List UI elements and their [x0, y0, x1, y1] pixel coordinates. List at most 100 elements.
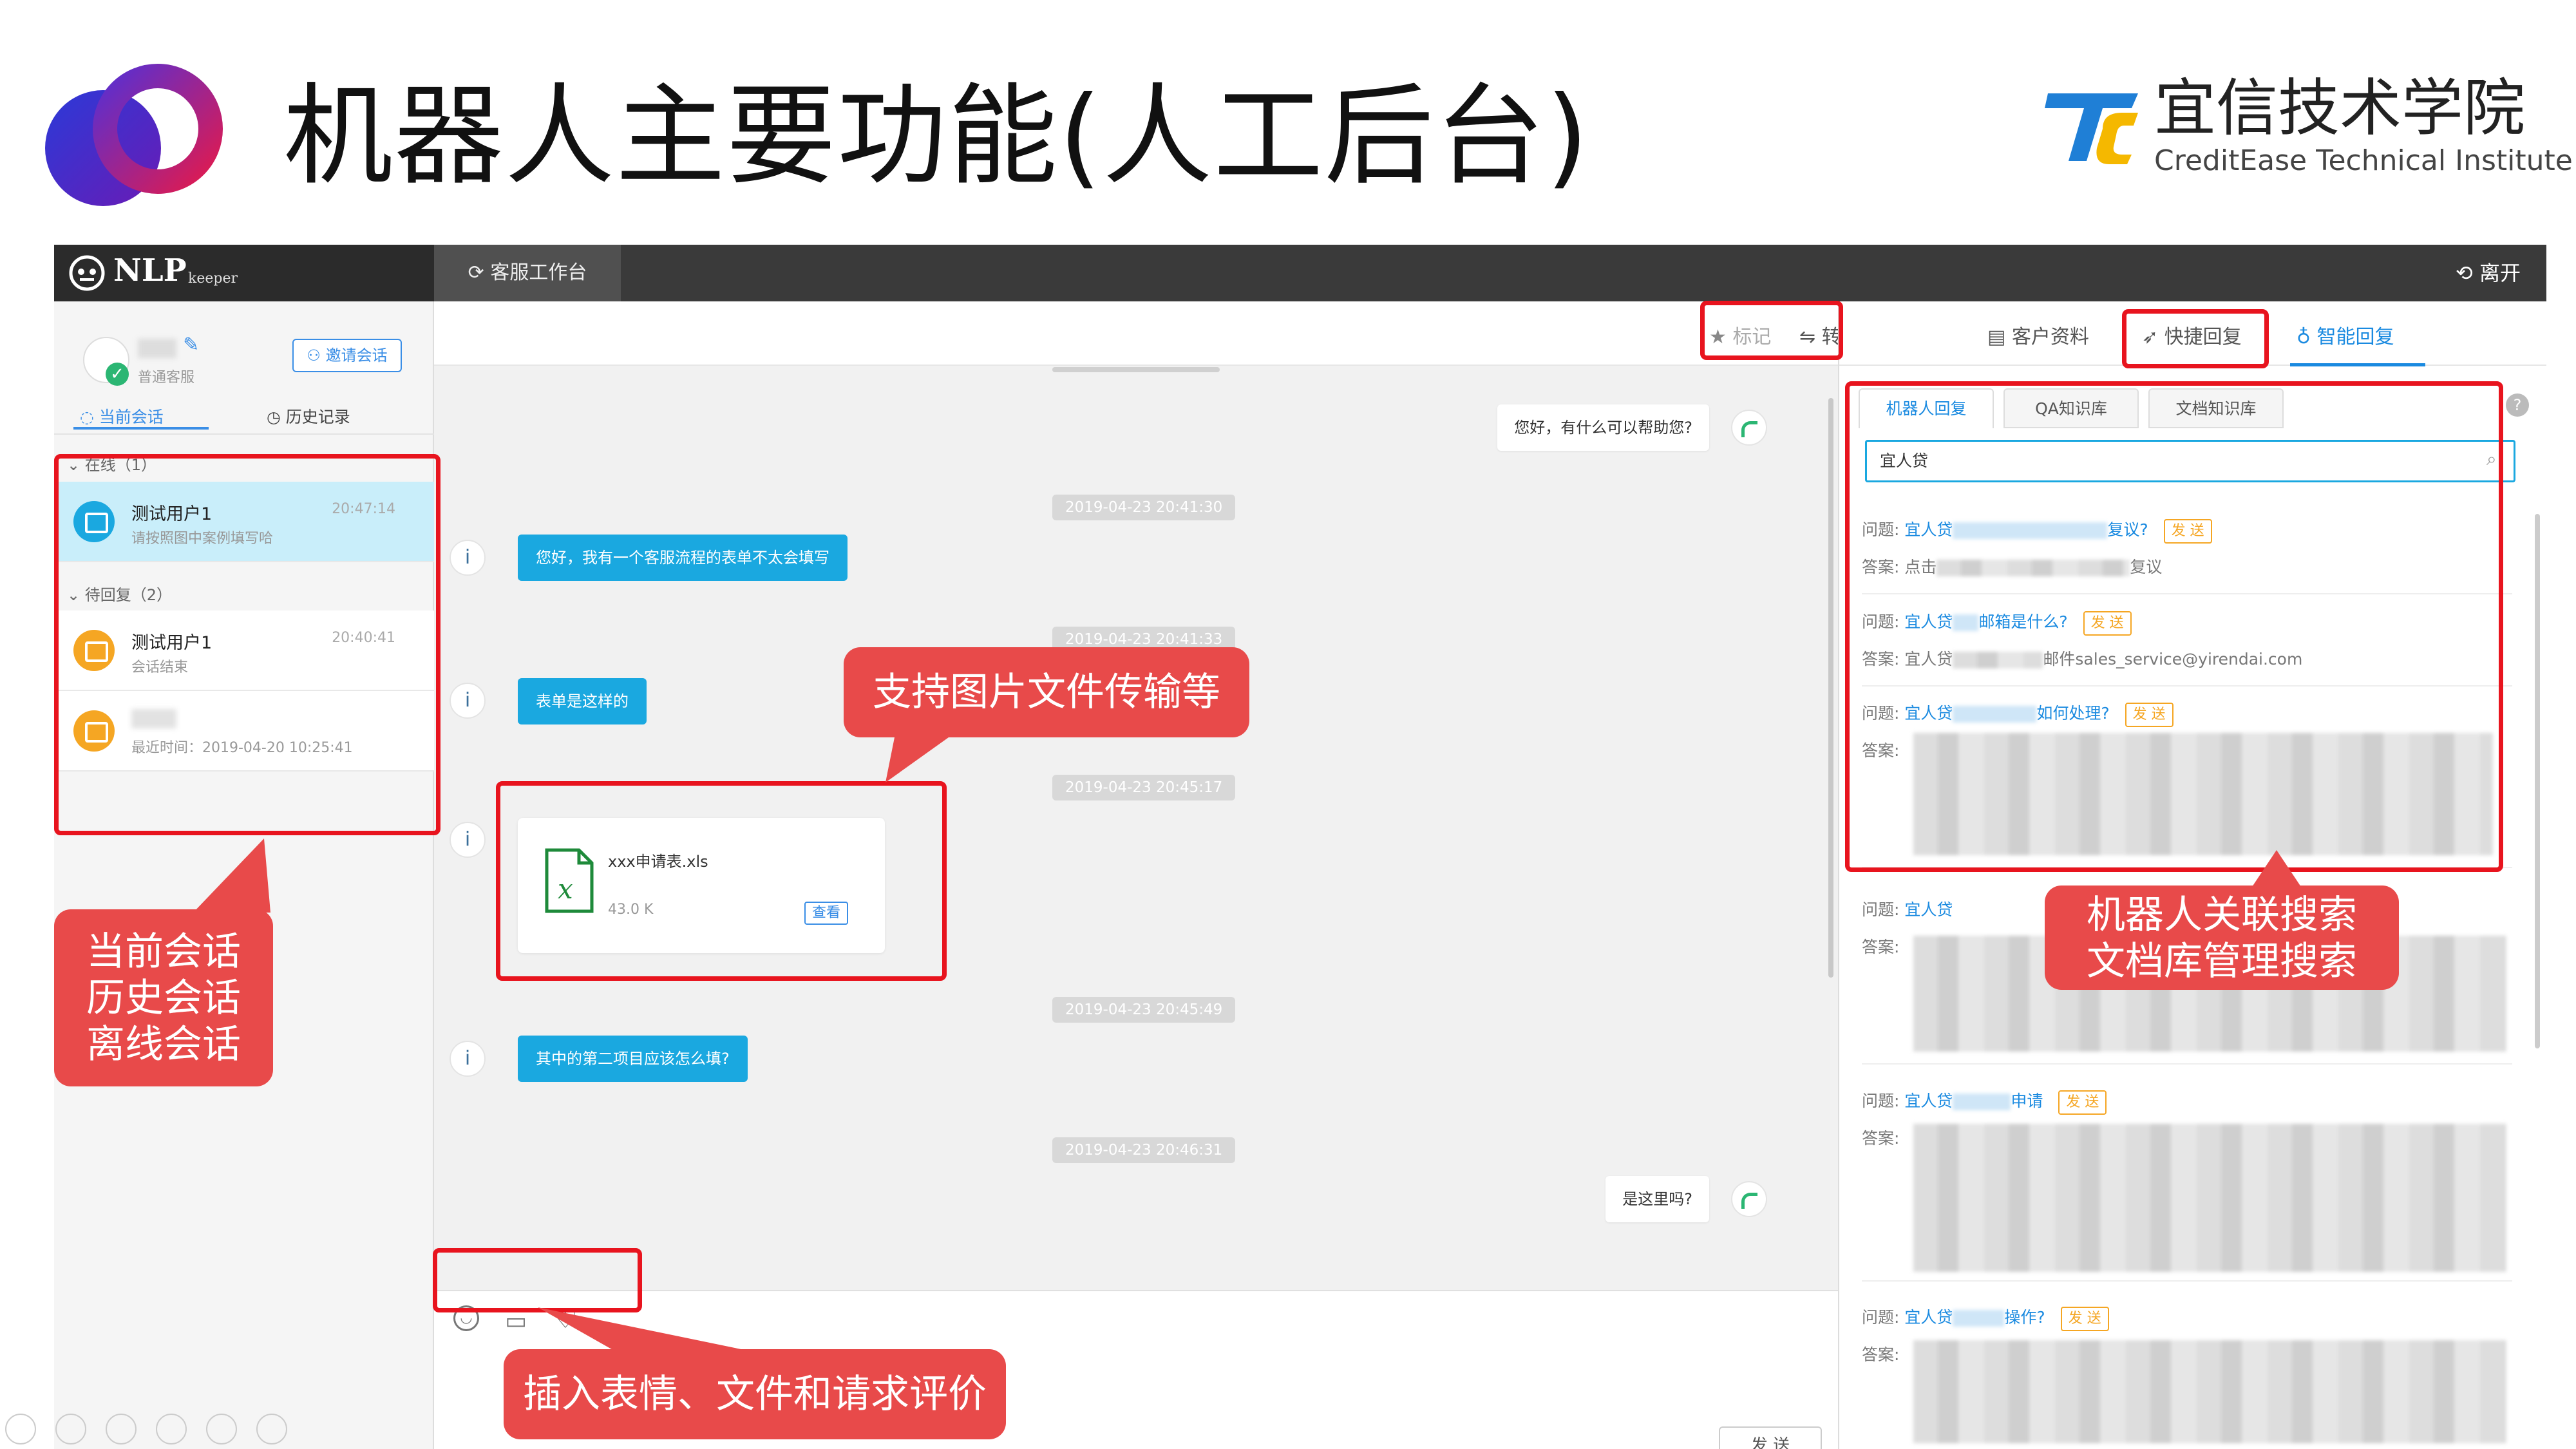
headset-icon: ⟳ — [468, 261, 491, 284]
brand-name-en: CreditEase Technical Institute — [2154, 144, 2573, 177]
active-tab-indicator — [73, 427, 209, 430]
callout-line: 当前会话 — [86, 929, 241, 974]
callout-sessions: 当前会话 历史会话 离线会话 — [54, 909, 273, 1086]
highlight-file-attachment — [496, 781, 947, 981]
agent-name-masked — [138, 339, 176, 358]
user-avatar-icon: ⅰ — [450, 683, 486, 719]
workbench-label: 客服工作台 — [490, 261, 587, 284]
q-prefix: 宜人贷 — [1904, 1308, 1953, 1327]
online-check-icon: ✓ — [106, 363, 129, 386]
zoom-icon[interactable] — [206, 1414, 237, 1444]
qa-question: 问题: 宜人贷 — [1862, 897, 1953, 920]
more-icon[interactable] — [256, 1414, 287, 1444]
tab-current-sessions[interactable]: ◌ 当前会话 — [80, 404, 164, 428]
slide-title: 机器人主要功能(人工后台) — [283, 73, 1590, 200]
chat-scrollbar[interactable] — [1828, 398, 1833, 978]
bulb-icon: ♁ — [2297, 326, 2317, 348]
top-bar: NLP keeper ⟳ 客服工作台 ⟲ 离开 — [54, 245, 2546, 301]
logout-icon: ⟲ — [2456, 261, 2479, 285]
qa-result-item: 问题: 宜人贷 申请 发 送 答案: — [1862, 1088, 2512, 1282]
qa-question: 问题: 宜人贷 申请 发 送 — [1862, 1088, 2107, 1115]
masked-answer — [1913, 1124, 2506, 1272]
agent-avatar-icon — [1731, 1181, 1767, 1217]
highlight-input-tools — [433, 1248, 642, 1312]
q-label: 问题: — [1862, 900, 1900, 919]
app-logo-text: NLP — [113, 252, 187, 289]
clock-icon: ◷ — [267, 408, 286, 426]
brand-name-cn: 宜信技术学院 — [2154, 72, 2525, 144]
workbench-tab[interactable]: ⟳ 客服工作台 — [434, 245, 621, 301]
q-label: 问题: — [1862, 1308, 1900, 1327]
send-tag-button[interactable]: 发 送 — [2060, 1307, 2109, 1331]
app-logo-area: NLP keeper — [54, 245, 434, 301]
user-avatar-icon: ⅰ — [450, 540, 486, 576]
callout-pointer — [538, 1307, 750, 1351]
callout-file-transfer: 支持图片文件传输等 — [844, 647, 1249, 737]
qa-answer-label: 答案: — [1862, 1345, 1900, 1364]
leave-label: 离开 — [2479, 261, 2521, 285]
highlight-quick-reply — [2122, 309, 2269, 368]
result-scrollbar[interactable] — [2535, 514, 2540, 1048]
chat-toolbar: ★ 标记 ⇋ 转接 — [434, 301, 1861, 366]
agent-message: 是这里吗? — [1605, 1176, 1709, 1222]
robot-icon — [69, 255, 105, 291]
q-suffix: 操作? — [2004, 1308, 2045, 1327]
callout-line: 文档库管理搜索 — [2087, 939, 2357, 984]
message-timestamp: 2019-04-23 20:46:31 — [1052, 1137, 1236, 1163]
user-avatar-icon: ⅰ — [450, 1041, 486, 1077]
message-timestamp: 2019-04-23 20:45:49 — [1052, 997, 1236, 1023]
callout-line: 离线会话 — [86, 1022, 241, 1067]
qa-result-item: 问题: 宜人贷 操作? 发 送 答案: — [1862, 1305, 2512, 1446]
callout-pointer — [886, 734, 953, 782]
agent-role: 普通客服 — [138, 370, 195, 386]
qa-answer-label: 答案: — [1862, 938, 1900, 956]
qa-question: 问题: 宜人贷 操作? 发 送 — [1862, 1305, 2109, 1331]
callout-line: 历史会话 — [86, 976, 241, 1021]
callout-search: 机器人关联搜索 文档库管理搜索 — [2045, 886, 2399, 990]
tab-history-label: 历史记录 — [285, 408, 350, 426]
message-timestamp: 2019-04-23 20:45:17 — [1052, 775, 1236, 800]
tab-current-label: 当前会话 — [99, 408, 164, 426]
next-slide-icon[interactable] — [55, 1414, 86, 1444]
chat-icon: ◌ — [80, 408, 99, 426]
grid-icon[interactable] — [156, 1414, 187, 1444]
user-plus-icon: ⚇ — [307, 346, 326, 365]
qa-answer-label: 答案: — [1862, 1129, 1900, 1148]
divider — [54, 433, 434, 435]
masked-answer — [1913, 1340, 2506, 1443]
user-message: 表单是这样的 — [518, 678, 647, 724]
tab-history[interactable]: ◷ 历史记录 — [267, 404, 350, 428]
send-button[interactable]: 发 送 — [1719, 1426, 1822, 1449]
invite-session-button[interactable]: ⚇ 邀请会话 — [292, 339, 402, 372]
pen-icon[interactable] — [106, 1414, 137, 1444]
highlight-session-list — [54, 454, 440, 835]
send-tag-button[interactable]: 发 送 — [2058, 1090, 2107, 1115]
slide-nav-controls — [5, 1414, 287, 1446]
q-suffix: 申请 — [2011, 1092, 2043, 1110]
q-prefix: 宜人贷 — [1904, 900, 1953, 919]
help-icon[interactable]: ? — [2506, 393, 2529, 417]
user-avatar-icon: ⅰ — [450, 822, 486, 858]
tab-customer-info[interactable]: ▤ 客户资料 — [1987, 321, 2089, 349]
highlight-transfer — [1700, 301, 1843, 360]
tab-smart-reply-label: 智能回复 — [2316, 326, 2394, 348]
agent-avatar-icon — [1731, 410, 1767, 446]
tab-smart-reply[interactable]: ♁ 智能回复 — [2297, 321, 2394, 349]
edit-icon[interactable]: ✎ — [183, 334, 199, 356]
app-logo-subtext: keeper — [188, 270, 238, 287]
leave-button[interactable]: ⟲ 离开 — [2456, 245, 2521, 301]
callout-pointer — [193, 838, 270, 913]
callout-line: 机器人关联搜索 — [2087, 893, 2357, 938]
masked-text — [1953, 1310, 2005, 1327]
q-prefix: 宜人贷 — [1904, 1092, 1953, 1110]
highlight-search-results — [1845, 381, 2503, 872]
callout-input-tools: 插入表情、文件和请求评价 — [504, 1349, 1006, 1439]
brand-logo-icon — [2045, 93, 2138, 164]
prev-slide-icon[interactable] — [5, 1414, 36, 1444]
user-message: 您好，我有一个客服流程的表单不太会填写 — [518, 535, 848, 581]
slide-logo — [45, 64, 223, 206]
callout-pointer — [2251, 850, 2302, 889]
message-timestamp: 2019-04-23 20:41:30 — [1052, 495, 1236, 520]
id-card-icon: ▤ — [1987, 326, 2012, 348]
masked-text — [1953, 1094, 2011, 1110]
